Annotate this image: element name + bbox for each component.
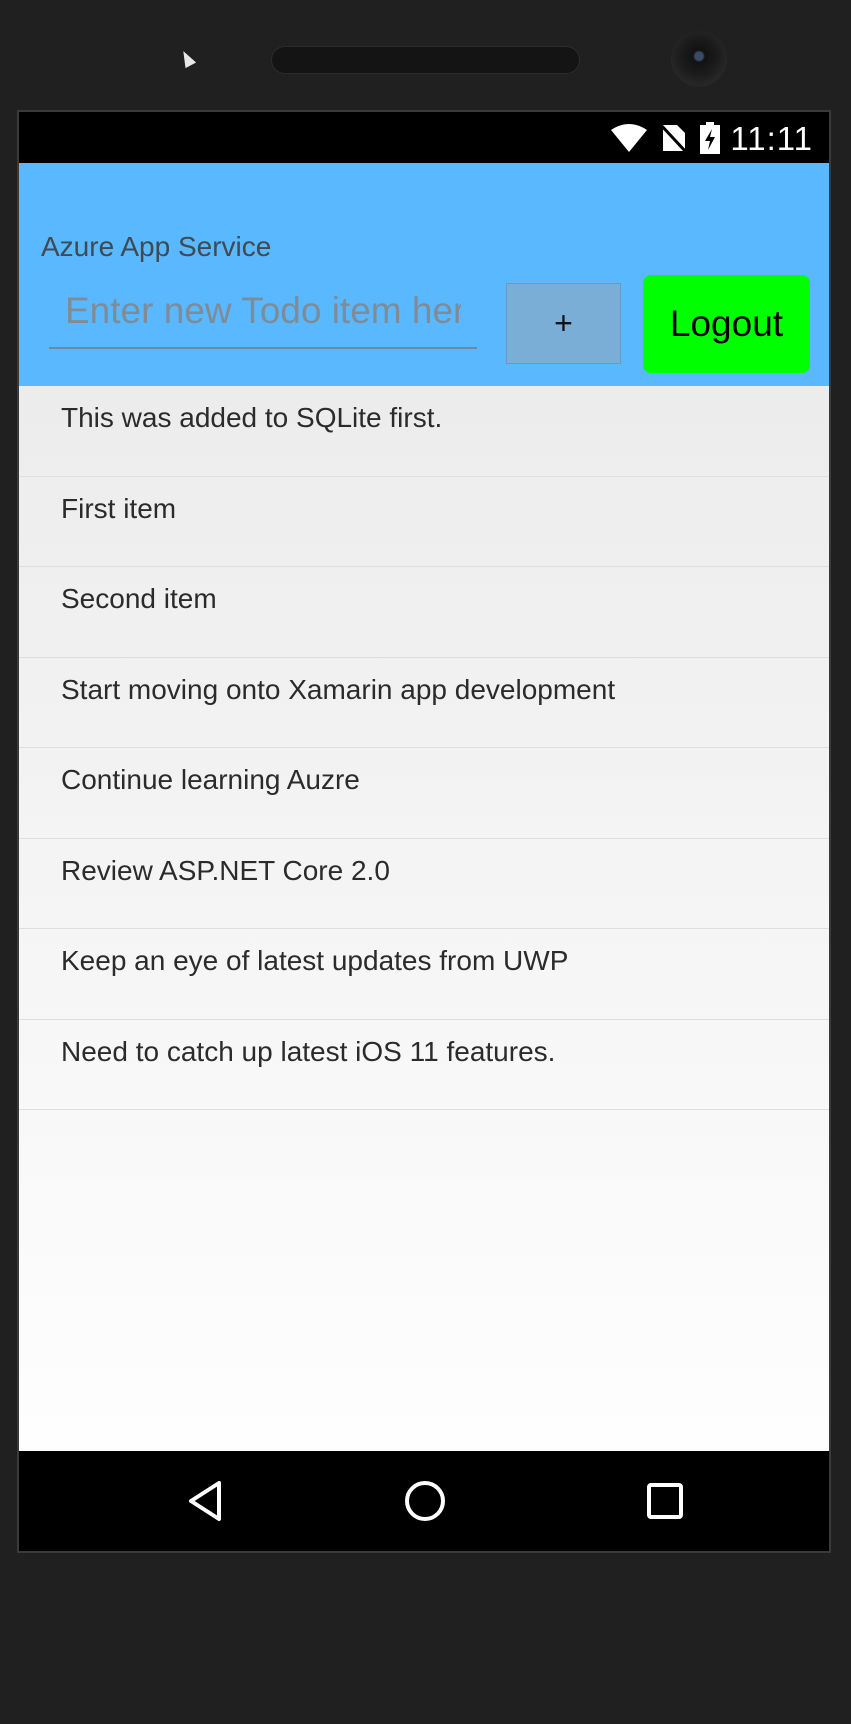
recents-icon[interactable] [641, 1477, 689, 1525]
mouse-cursor-icon [178, 48, 197, 69]
phone-screen: 11:11 Azure App Service + Logout This wa… [17, 110, 831, 1553]
todo-item[interactable]: Second item [19, 567, 829, 658]
add-todo-button[interactable]: + [506, 283, 621, 364]
no-sim-icon [659, 123, 687, 153]
status-icons [611, 122, 721, 154]
app-title: Azure App Service [41, 231, 272, 262]
device-frame: 11:11 Azure App Service + Logout This wa… [0, 0, 851, 1724]
todo-item[interactable]: Need to catch up latest iOS 11 features. [19, 1020, 829, 1110]
todo-list: This was added to SQLite first. First it… [19, 386, 829, 1455]
todo-item[interactable]: Continue learning Auzre [19, 748, 829, 839]
status-bar: 11:11 [19, 112, 829, 163]
home-icon[interactable] [401, 1477, 449, 1525]
todo-item[interactable]: This was added to SQLite first. [19, 386, 829, 477]
todo-item[interactable]: First item [19, 477, 829, 567]
status-time: 11:11 [730, 120, 813, 157]
todo-item[interactable]: Start moving onto Xamarin app developmen… [19, 658, 829, 748]
back-icon[interactable] [181, 1477, 229, 1525]
speaker-grille [271, 46, 580, 74]
logout-button[interactable]: Logout [643, 275, 810, 373]
navigation-bar [19, 1451, 829, 1551]
app-header: Azure App Service + Logout [19, 163, 829, 386]
battery-charging-icon [700, 122, 720, 154]
todo-item[interactable]: Keep an eye of latest updates from UWP [19, 929, 829, 1020]
todo-item[interactable]: Review ASP.NET Core 2.0 [19, 839, 829, 929]
camera-icon [671, 31, 727, 87]
wifi-icon [611, 124, 647, 152]
new-todo-input[interactable] [49, 275, 477, 349]
